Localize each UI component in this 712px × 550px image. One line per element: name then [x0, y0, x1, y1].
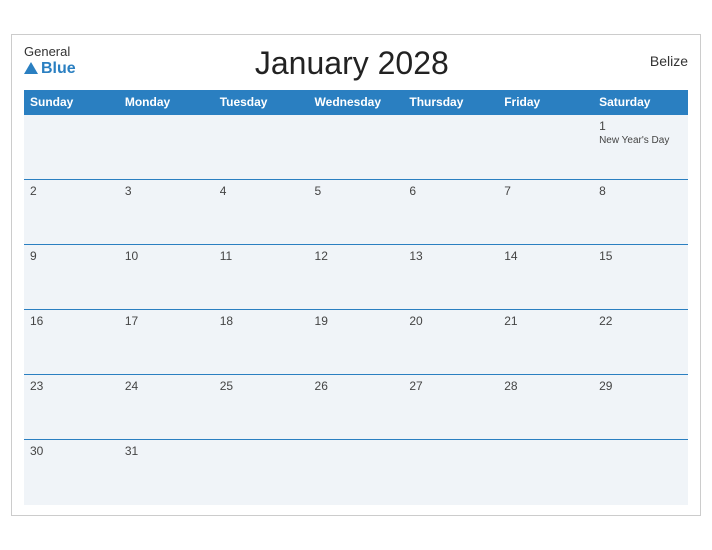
- calendar-cell: 15: [593, 245, 688, 310]
- week-row-4: 23 24 25 26 27 28 29: [24, 375, 688, 440]
- weekday-header-row: SundayMondayTuesdayWednesdayThursdayFrid…: [24, 90, 688, 115]
- calendar-cell: [498, 115, 593, 180]
- logo-triangle-icon: [24, 62, 38, 74]
- calendar-cell: 31: [119, 440, 214, 505]
- weekday-header-friday: Friday: [498, 90, 593, 115]
- calendar-cell: 23: [24, 375, 119, 440]
- calendar-cell: 1 New Year's Day: [593, 115, 688, 180]
- calendar-cell: 16: [24, 310, 119, 375]
- calendar-cell: [403, 115, 498, 180]
- day-number: 29: [599, 379, 682, 393]
- weekday-header-monday: Monday: [119, 90, 214, 115]
- day-number: 16: [30, 314, 113, 328]
- logo-general-text: General: [24, 45, 76, 59]
- calendar-cell: [309, 115, 404, 180]
- week-row-3: 16 17 18 19 20 21 22: [24, 310, 688, 375]
- calendar-cell: [24, 115, 119, 180]
- day-number: 12: [315, 249, 398, 263]
- calendar-title: January 2028: [76, 45, 628, 82]
- day-number: 24: [125, 379, 208, 393]
- calendar-cell: 10: [119, 245, 214, 310]
- day-number: 1: [599, 119, 682, 133]
- calendar-cell: [593, 440, 688, 505]
- calendar-cell: 11: [214, 245, 309, 310]
- calendar-cell: 28: [498, 375, 593, 440]
- calendar-cell: 18: [214, 310, 309, 375]
- calendar-cell: 20: [403, 310, 498, 375]
- day-number: 19: [315, 314, 398, 328]
- weekday-header-tuesday: Tuesday: [214, 90, 309, 115]
- calendar-cell: [214, 115, 309, 180]
- day-number: 21: [504, 314, 587, 328]
- calendar-cell: 26: [309, 375, 404, 440]
- day-number: 3: [125, 184, 208, 198]
- day-number: 7: [504, 184, 587, 198]
- day-number: 31: [125, 444, 208, 458]
- day-number: 26: [315, 379, 398, 393]
- calendar-cell: 7: [498, 180, 593, 245]
- calendar-cell: 21: [498, 310, 593, 375]
- calendar-cell: [403, 440, 498, 505]
- day-number: 11: [220, 249, 303, 263]
- calendar-header: General Blue January 2028 Belize: [24, 45, 688, 82]
- calendar-cell: 13: [403, 245, 498, 310]
- calendar-cell: 4: [214, 180, 309, 245]
- day-number: 2: [30, 184, 113, 198]
- calendar-cell: 30: [24, 440, 119, 505]
- calendar-cell: 14: [498, 245, 593, 310]
- calendar-cell: 25: [214, 375, 309, 440]
- weekday-header-sunday: Sunday: [24, 90, 119, 115]
- calendar-cell: 24: [119, 375, 214, 440]
- logo-blue-text: Blue: [24, 60, 76, 78]
- day-number: 25: [220, 379, 303, 393]
- day-number: 15: [599, 249, 682, 263]
- day-number: 10: [125, 249, 208, 263]
- calendar-cell: 8: [593, 180, 688, 245]
- day-number: 23: [30, 379, 113, 393]
- calendar-cell: 22: [593, 310, 688, 375]
- week-row-2: 9 10 11 12 13 14 15: [24, 245, 688, 310]
- calendar-cell: 17: [119, 310, 214, 375]
- day-number: 28: [504, 379, 587, 393]
- day-number: 14: [504, 249, 587, 263]
- calendar-cell: 3: [119, 180, 214, 245]
- day-number: 4: [220, 184, 303, 198]
- calendar-cell: 9: [24, 245, 119, 310]
- event-label: New Year's Day: [599, 135, 682, 146]
- week-row-1: 2345678: [24, 180, 688, 245]
- weekday-header-saturday: Saturday: [593, 90, 688, 115]
- country-name: Belize: [628, 45, 688, 69]
- calendar-cell: [119, 115, 214, 180]
- day-number: 18: [220, 314, 303, 328]
- day-number: 27: [409, 379, 492, 393]
- day-number: 22: [599, 314, 682, 328]
- day-number: 20: [409, 314, 492, 328]
- calendar-cell: [214, 440, 309, 505]
- day-number: 8: [599, 184, 682, 198]
- week-row-5: 30 31: [24, 440, 688, 505]
- calendar-cell: 27: [403, 375, 498, 440]
- calendar-cell: [498, 440, 593, 505]
- calendar: General Blue January 2028 Belize SundayM…: [11, 34, 701, 516]
- week-row-0: 1 New Year's Day: [24, 115, 688, 180]
- calendar-cell: 6: [403, 180, 498, 245]
- calendar-table: SundayMondayTuesdayWednesdayThursdayFrid…: [24, 90, 688, 505]
- calendar-cell: 29: [593, 375, 688, 440]
- day-number: 17: [125, 314, 208, 328]
- calendar-cell: 12: [309, 245, 404, 310]
- logo: General Blue: [24, 45, 76, 77]
- day-number: 6: [409, 184, 492, 198]
- weekday-header-thursday: Thursday: [403, 90, 498, 115]
- day-number: 9: [30, 249, 113, 263]
- weekday-header-wednesday: Wednesday: [309, 90, 404, 115]
- calendar-cell: 2: [24, 180, 119, 245]
- day-number: 13: [409, 249, 492, 263]
- calendar-cell: [309, 440, 404, 505]
- calendar-cell: 19: [309, 310, 404, 375]
- calendar-cell: 5: [309, 180, 404, 245]
- day-number: 30: [30, 444, 113, 458]
- day-number: 5: [315, 184, 398, 198]
